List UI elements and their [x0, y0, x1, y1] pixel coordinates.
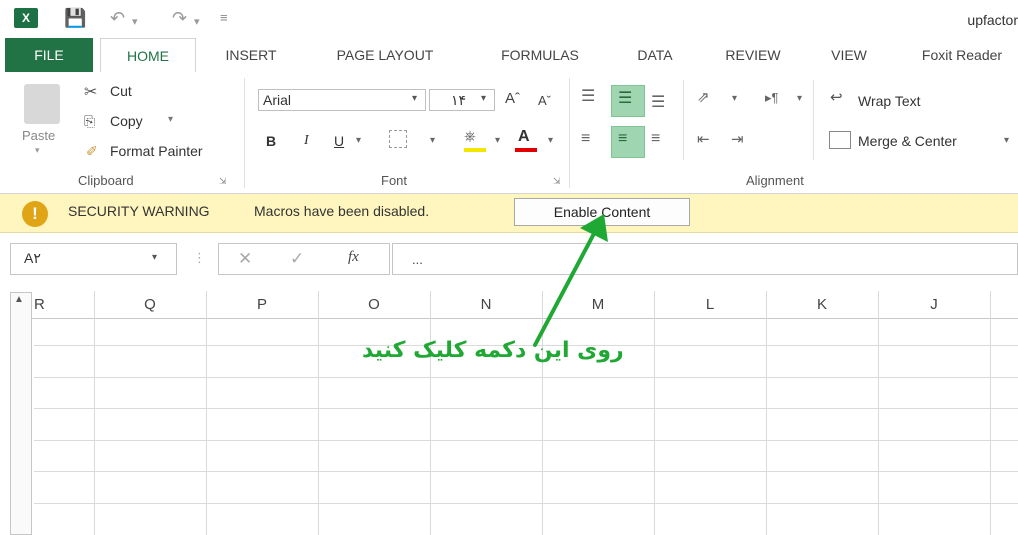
annotation-text: روی این دکمه کلیک کنید: [362, 338, 624, 363]
annotation-arrow: [533, 214, 608, 347]
